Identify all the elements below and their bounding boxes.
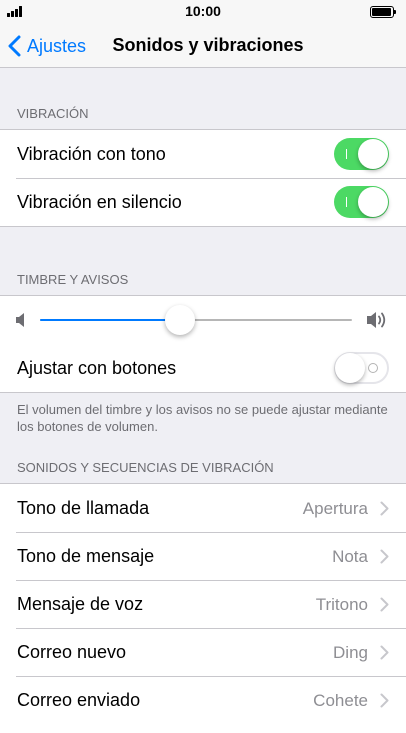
vibration-silent-toggle[interactable] — [334, 186, 389, 218]
row-label: Tono de mensaje — [17, 546, 155, 566]
vibration-group: Vibración con tono Vibración en silencio — [0, 129, 406, 227]
slider-thumb[interactable] — [165, 305, 196, 335]
chevron-right-icon — [380, 693, 389, 708]
row-label: Correo nuevo — [17, 642, 127, 662]
section-header-vibration: VIBRACIÓN — [17, 106, 89, 121]
message-tone-row[interactable]: Tono de mensaje Nota — [0, 532, 406, 580]
sent-mail-row[interactable]: Correo enviado Cohete — [0, 676, 406, 724]
row-label: Tono de llamada — [17, 498, 150, 518]
slider-track — [40, 319, 352, 321]
row-value: Cohete — [313, 691, 368, 710]
section-header-sounds: SONIDOS Y SECUENCIAS DE VIBRACIÓN — [17, 460, 274, 475]
adjust-with-buttons-row: Ajustar con botones — [0, 344, 406, 392]
vibration-silent-row: Vibración en silencio — [0, 178, 406, 226]
new-mail-row[interactable]: Correo nuevo Ding — [0, 628, 406, 676]
voicemail-row[interactable]: Mensaje de voz Tritono — [0, 580, 406, 628]
row-label: Vibración con tono — [17, 144, 166, 164]
row-label: Mensaje de voz — [17, 594, 144, 614]
page-title: Sonidos y vibraciones — [112, 35, 304, 55]
row-label: Correo enviado — [17, 690, 141, 710]
battery-icon — [370, 6, 396, 18]
ringer-volume-slider[interactable] — [0, 296, 406, 344]
ringtone-row[interactable]: Tono de llamada Apertura — [0, 484, 406, 532]
row-value: Nota — [332, 547, 368, 566]
speaker-low-icon — [16, 313, 24, 327]
row-label: Vibración en silencio — [17, 192, 182, 212]
row-label: Ajustar con botones — [17, 358, 177, 378]
vibration-with-ringtone-toggle[interactable] — [334, 138, 389, 170]
chevron-right-icon — [380, 597, 389, 612]
section-header-ringer: TIMBRE Y AVISOS — [17, 272, 129, 287]
row-value: Apertura — [302, 499, 368, 518]
chevron-right-icon — [380, 501, 389, 516]
chevron-right-icon — [380, 549, 389, 564]
chevron-right-icon — [380, 645, 389, 660]
row-value: Tritono — [315, 595, 368, 614]
speaker-high-icon — [367, 312, 386, 328]
ringer-footer-note: El volumen del timbre y los avisos no se… — [17, 402, 388, 434]
navigation-bar: Ajustes Sonidos y vibraciones — [0, 24, 406, 68]
ringer-group: Ajustar con botones — [0, 295, 406, 393]
vibration-with-ringtone-row: Vibración con tono — [0, 130, 406, 178]
status-time: 10:00 — [185, 3, 221, 19]
row-value: Ding — [333, 643, 368, 662]
adjust-with-buttons-toggle[interactable] — [334, 352, 389, 384]
sounds-group: Tono de llamada Apertura Tono de mensaje… — [0, 483, 406, 733]
slider-fill — [40, 319, 181, 321]
status-bar: 10:00 — [0, 0, 406, 24]
